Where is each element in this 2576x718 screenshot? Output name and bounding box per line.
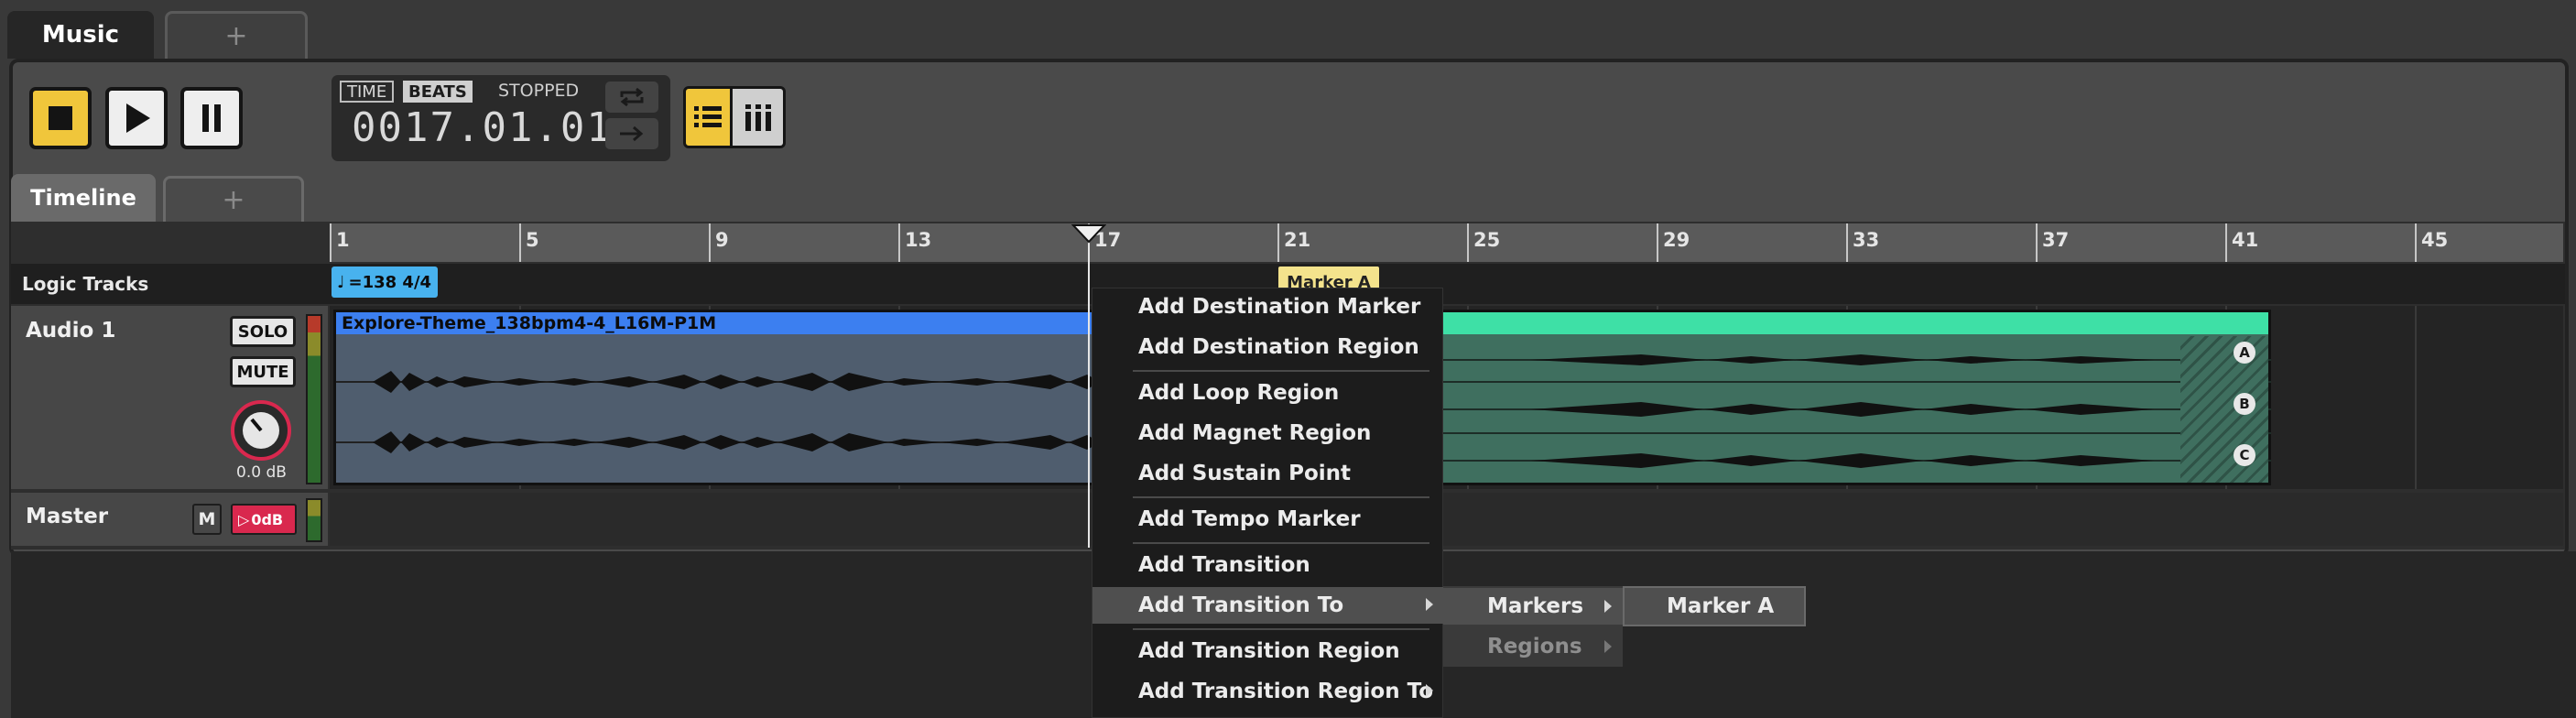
bar-gridline: [2415, 306, 2417, 489]
menu-item-label: Add Transition To: [1138, 593, 1344, 617]
menu-item-add-transition-region[interactable]: Add Transition Region: [1092, 633, 1444, 669]
gain-readout: 0.0 dB: [236, 463, 287, 482]
list-view-button[interactable]: [683, 86, 733, 148]
menu-item-add-transition-region-to[interactable]: Add Transition Region To: [1092, 673, 1444, 710]
arrow-right-icon: [620, 125, 644, 142]
lane-badge: B: [2234, 393, 2255, 415]
submenu-item-regions[interactable]: Regions: [1443, 628, 1623, 665]
bar-number: 9: [715, 229, 729, 251]
lane-badge: C: [2234, 444, 2255, 466]
ruler-tick: [519, 223, 521, 262]
ruler-tick: [1467, 223, 1469, 262]
menu-item-add-transition-to[interactable]: Add Transition To: [1092, 587, 1444, 624]
submenu-arrow-icon: [1604, 600, 1612, 613]
list-view-icon: [694, 106, 722, 127]
ruler-tick: [330, 223, 332, 262]
clip-title-bar: [1421, 312, 2268, 334]
ruler-tick: [709, 223, 711, 262]
master-track-lane[interactable]: [330, 493, 2563, 546]
menu-item-add-transition[interactable]: Add Transition: [1092, 547, 1444, 583]
beats-mode-toggle[interactable]: BEATS: [403, 81, 473, 103]
clip-fade-region: [2180, 336, 2268, 483]
menu-item-add-destination-marker[interactable]: Add Destination Marker: [1092, 288, 1444, 325]
waveform: [1421, 354, 2271, 468]
bar-number: 1: [336, 229, 350, 251]
bar-number: 21: [1284, 229, 1311, 251]
bar-number: 45: [2421, 229, 2449, 251]
note-icon: ♩: [337, 272, 345, 292]
menu-item-add-destination-region[interactable]: Add Destination Region: [1092, 329, 1444, 365]
transport-status: STOPPED: [498, 81, 580, 101]
menu-item-add-sustain-point[interactable]: Add Sustain Point: [1092, 455, 1444, 492]
menu-item-label: Add Transition Region To: [1138, 680, 1434, 703]
context-menu: Add Destination Marker Add Destination R…: [1092, 288, 1444, 718]
bar-number: 29: [1663, 229, 1690, 251]
lane-badge: A: [2234, 342, 2255, 364]
logic-tracks-label: Logic Tracks: [22, 273, 149, 295]
submenu-item-markers[interactable]: Markers: [1443, 588, 1623, 625]
bar-number: 5: [526, 229, 539, 251]
bar-number: 37: [2042, 229, 2070, 251]
loop-icon: [620, 87, 644, 107]
grid-view-icon: [745, 104, 771, 131]
tempo-marker[interactable]: ♩ =138 4/4: [332, 267, 438, 298]
grid-view-button[interactable]: [733, 86, 786, 148]
master-volume[interactable]: ▷ 0dB: [231, 504, 297, 535]
stop-icon: [49, 106, 72, 130]
bar-number: 41: [2232, 229, 2259, 251]
submenu-arrow-icon: [1426, 684, 1433, 697]
stop-button[interactable]: [29, 87, 92, 149]
bar-number: 13: [905, 229, 932, 251]
add-tab-button[interactable]: +: [165, 11, 308, 59]
time-mode-toggle[interactable]: TIME: [340, 81, 395, 103]
ruler-tick: [1277, 223, 1279, 262]
menu-item-add-magnet-region[interactable]: Add Magnet Region: [1092, 415, 1444, 451]
level-meter: [306, 314, 322, 484]
add-timeline-tab-button[interactable]: +: [163, 176, 304, 222]
gain-knob[interactable]: [231, 400, 291, 461]
tempo-marker-label: =138 4/4: [348, 272, 432, 292]
bar-number: 25: [1473, 229, 1501, 251]
menu-separator: [1133, 496, 1429, 498]
menu-separator: [1133, 370, 1429, 372]
menu-item-add-loop-region[interactable]: Add Loop Region: [1092, 375, 1444, 411]
ruler-tick: [1657, 223, 1658, 262]
menu-separator: [1133, 628, 1429, 630]
ruler-tick: [2225, 223, 2227, 262]
pause-button[interactable]: [180, 87, 243, 149]
bar-ruler[interactable]: 1 5 9 13 17 21 25 29 33 37 41 45: [330, 223, 2563, 262]
solo-button[interactable]: SOLO: [230, 316, 296, 347]
play-button[interactable]: [105, 87, 168, 149]
submenu-arrow-icon: [1604, 640, 1612, 653]
knob-icon: [243, 412, 279, 449]
submenu-item-marker-a[interactable]: Marker A: [1623, 586, 1806, 626]
time-readout: 0017.01.01: [352, 104, 613, 151]
play-icon: [126, 103, 150, 133]
menu-item-add-tempo-marker[interactable]: Add Tempo Marker: [1092, 501, 1444, 538]
master-level-meter: [306, 498, 322, 542]
playhead[interactable]: [1088, 225, 1090, 548]
audio-clip-layered[interactable]: A B C: [1421, 310, 2271, 485]
master-volume-value: 0dB: [251, 510, 284, 528]
playhead-handle-icon[interactable]: [1071, 223, 1106, 244]
track-name[interactable]: Audio 1: [26, 319, 115, 343]
submenu-item-label: Markers: [1487, 594, 1584, 618]
submenu-arrow-icon: [1426, 598, 1433, 611]
tab-timeline[interactable]: Timeline: [11, 174, 156, 222]
tab-music[interactable]: Music: [7, 11, 154, 59]
loop-button[interactable]: [605, 82, 658, 113]
follow-button[interactable]: [605, 118, 658, 149]
play-indicator-icon: ▷: [238, 510, 250, 528]
pause-icon: [202, 104, 221, 132]
ruler-tick: [1846, 223, 1848, 262]
ruler-tick: [2415, 223, 2417, 262]
bar-number: 33: [1853, 229, 1880, 251]
ruler-tick: [898, 223, 900, 262]
mute-button[interactable]: MUTE: [230, 356, 296, 387]
master-track-name[interactable]: Master: [26, 505, 108, 528]
menu-separator: [1133, 542, 1429, 544]
master-mute-button[interactable]: M: [192, 504, 222, 535]
submenu-item-label: Regions: [1487, 635, 1582, 658]
ruler-tick: [2036, 223, 2038, 262]
